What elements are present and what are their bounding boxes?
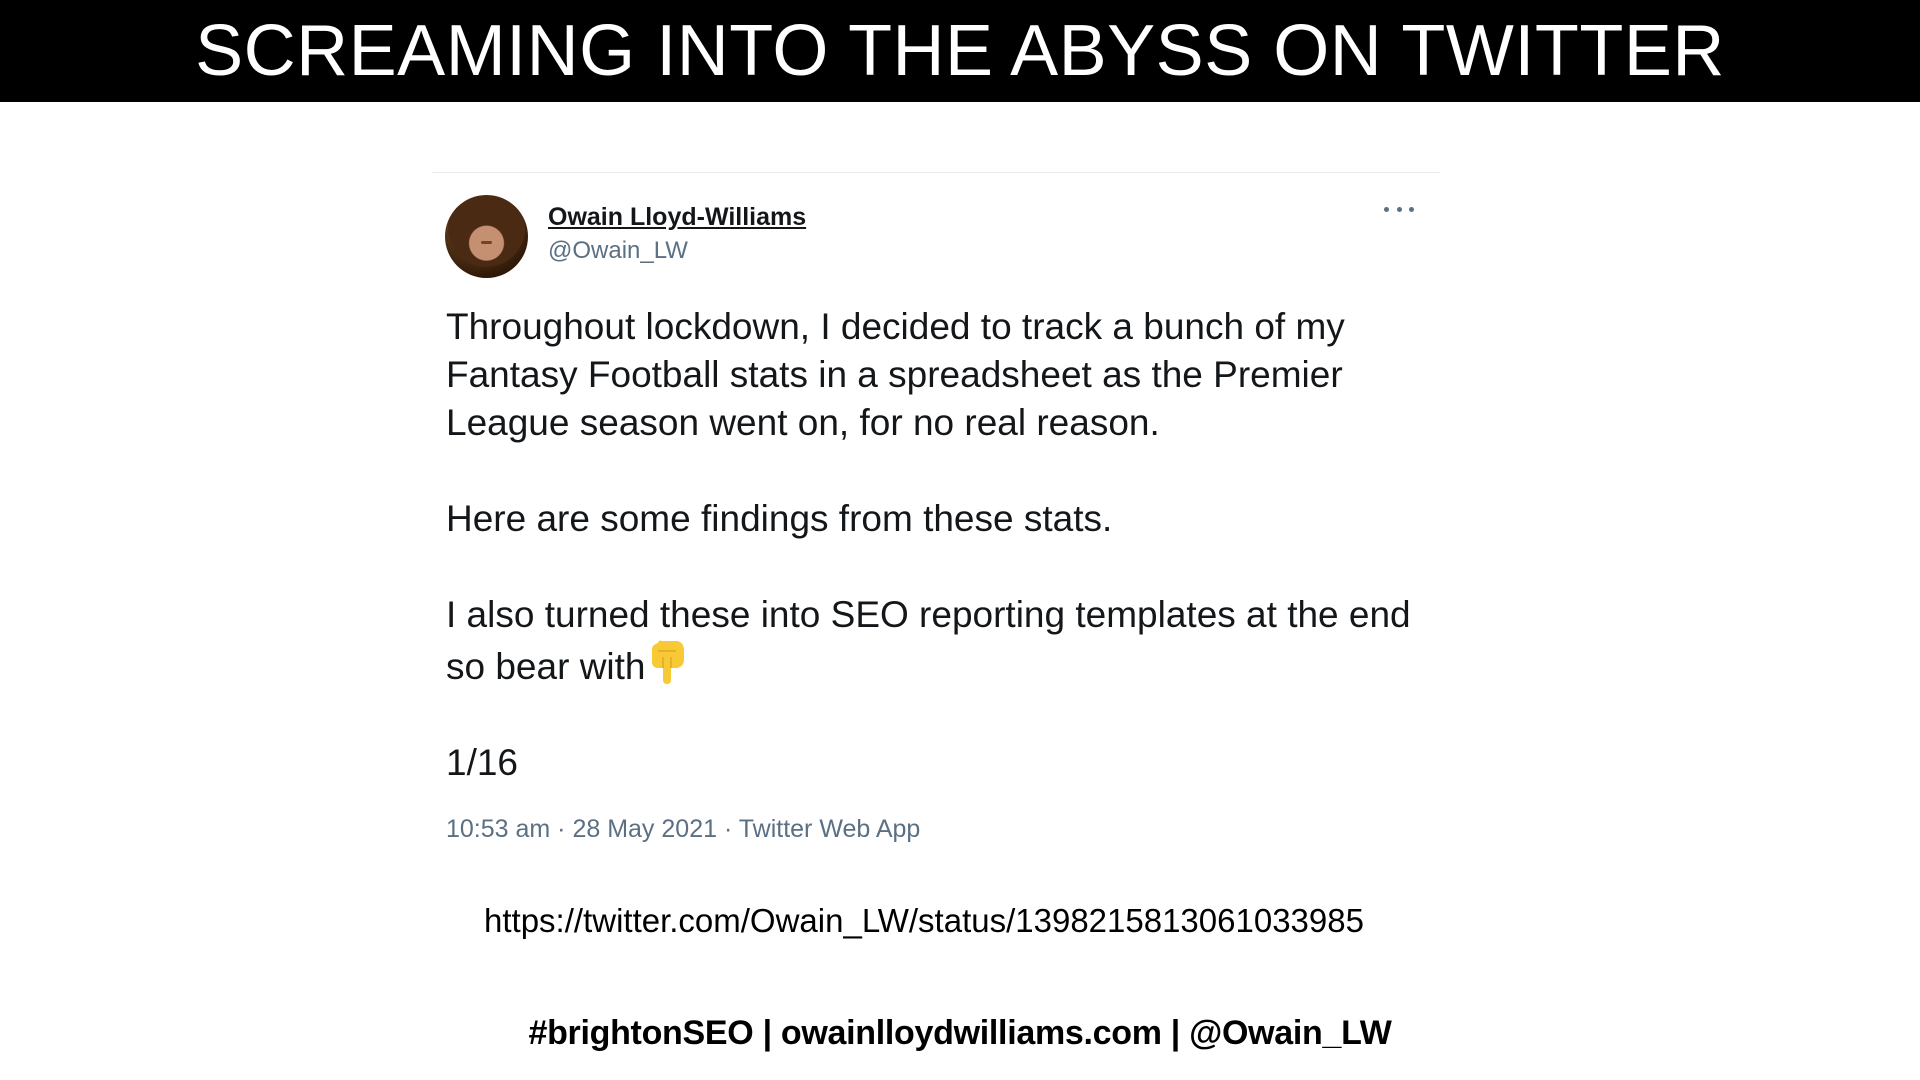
slide-footer: #brightonSEO | owainlloydwilliams.com | …: [528, 1014, 1392, 1052]
tweet-paragraph: 1/16: [446, 742, 519, 783]
tweet-card: Owain Lloyd-Williams @Owain_LW Throughou…: [432, 172, 1440, 863]
tweet-paragraph: I also turned these into SEO reporting t…: [446, 591, 1426, 691]
author-handle: @Owain_LW: [548, 237, 688, 264]
title-bar: SCREAMING INTO THE ABYSS ON TWITTER: [0, 0, 1920, 102]
tweet-paragraph: Throughout lockdown, I decided to track …: [446, 306, 1345, 443]
tweet-url[interactable]: https://twitter.com/Owain_LW/status/1398…: [0, 902, 1848, 940]
more-options-icon[interactable]: [1384, 199, 1414, 219]
avatar[interactable]: [445, 195, 528, 278]
tweet-text: Throughout lockdown, I decided to track …: [446, 303, 1426, 787]
tweet-paragraph-text: I also turned these into SEO reporting t…: [446, 594, 1411, 687]
tweet-paragraph: Here are some findings from these stats.: [446, 495, 1426, 543]
tweet-timestamp[interactable]: 10:53 am · 28 May 2021 · Twitter Web App: [446, 815, 920, 844]
slide-title: SCREAMING INTO THE ABYSS ON TWITTER: [195, 11, 1725, 91]
tweet-paragraph-text: Here are some findings from these stats.: [446, 498, 1113, 539]
author-name[interactable]: Owain Lloyd-Williams: [548, 203, 806, 232]
pointing-down-icon: [651, 640, 684, 684]
